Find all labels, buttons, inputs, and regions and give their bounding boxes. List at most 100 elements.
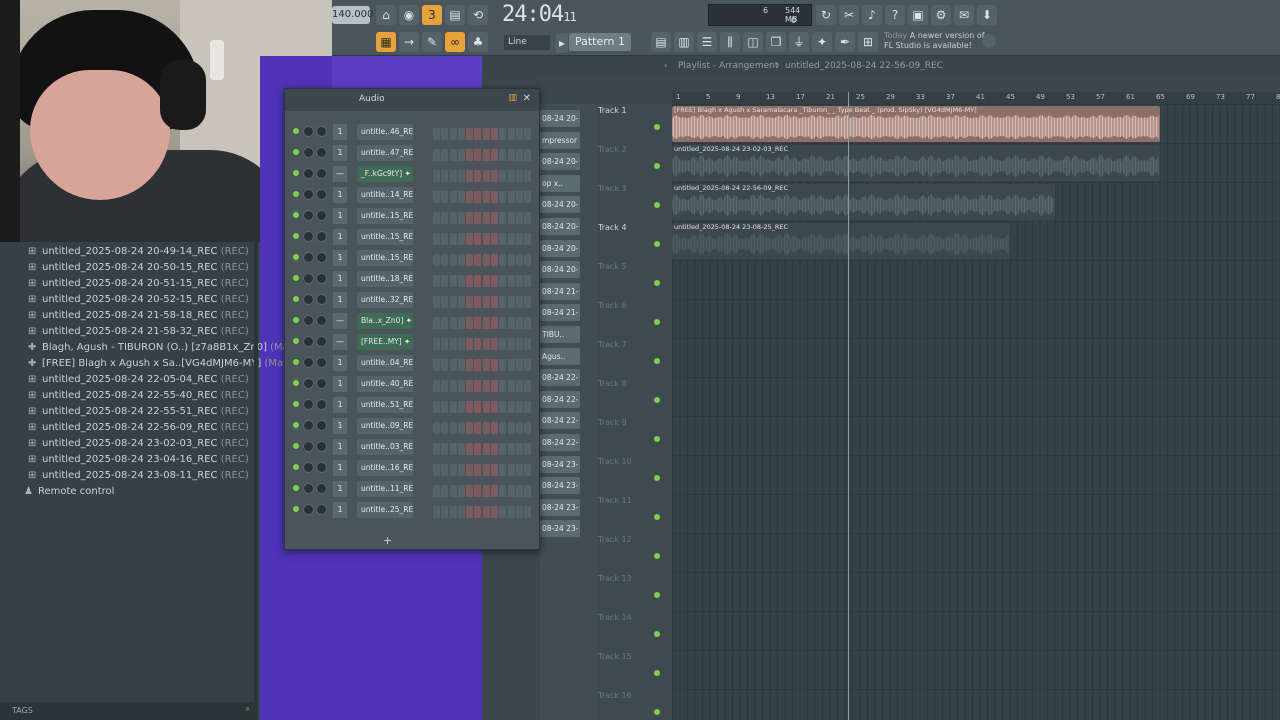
step-button[interactable] [449,233,457,245]
brush-icon[interactable]: ✒ [835,32,855,52]
step-button[interactable] [515,275,523,287]
piano-roll-icon[interactable]: ▥ [674,32,694,52]
mixer-insert[interactable]: 08-24 22- [540,434,580,451]
step-button[interactable] [441,380,449,392]
mixer-track-number[interactable]: 1 [333,481,347,497]
channel-name-button[interactable]: [FREE..MY] ✦ [357,334,413,350]
track-enable-led[interactable] [654,553,660,559]
pan-knob[interactable] [303,273,314,284]
step-button[interactable] [449,296,457,308]
track-enable-led[interactable] [654,280,660,286]
step-button[interactable] [524,212,532,224]
mixer-insert[interactable]: Agus.. [540,347,580,365]
audio-clip[interactable]: untitled_2025-08-24 22-56-09_REC [672,184,1055,220]
step-button[interactable] [491,401,499,413]
step-button[interactable] [449,149,457,161]
step-button[interactable] [441,485,449,497]
step-button[interactable] [433,506,440,518]
step-sequencer[interactable] [433,188,533,203]
step-sequencer[interactable] [433,482,533,497]
step-button[interactable] [474,422,482,434]
step-button[interactable] [457,128,465,140]
step-button[interactable] [441,254,449,266]
step-button[interactable] [482,275,490,287]
mixer-insert[interactable]: 08-24 20- [540,239,580,257]
step-button[interactable] [524,401,532,413]
pan-knob[interactable] [303,231,314,242]
pan-knob[interactable] [303,210,314,221]
step-button[interactable] [457,338,465,350]
mixer-insert[interactable]: 08-24 22- [540,369,580,387]
mute-led[interactable] [293,296,299,302]
volume-knob[interactable] [316,441,327,452]
mixer-insert[interactable]: 08-24 23- [540,455,580,473]
step-button[interactable] [457,506,465,518]
mixer-track-number[interactable]: — [333,313,347,329]
step-button[interactable] [474,191,482,203]
channel-name-button[interactable]: untitle..03_REC [357,439,413,455]
play-pattern-icon[interactable]: ▸ [556,33,568,53]
step-button[interactable] [524,422,532,434]
tempo-display[interactable]: 140.000 [332,6,373,24]
step-button[interactable] [491,485,499,497]
step-button[interactable] [491,380,499,392]
step-button[interactable] [482,464,490,476]
step-button[interactable] [507,359,515,371]
track-enable-led[interactable] [654,592,660,598]
step-button[interactable] [482,443,490,455]
mixer-insert[interactable]: 08-24 20- [540,110,580,127]
wait-record-icon[interactable]: ◉ [399,5,419,25]
channel-name-button[interactable]: untitle..18_REC [357,271,413,287]
browser-item[interactable]: ⊞ untitled_2025-08-24 22-05-04_REC (REC) [28,374,249,385]
step-button[interactable] [474,128,482,140]
step-sequencer[interactable] [433,461,533,476]
step-sequencer[interactable] [433,272,533,287]
step-button[interactable] [449,275,457,287]
step-button[interactable] [441,170,449,182]
step-button[interactable] [466,506,474,518]
track-enable-led[interactable] [654,709,660,715]
step-button[interactable] [499,380,507,392]
channel-rack-icon[interactable]: ☰ [697,32,717,52]
step-sequencer[interactable] [433,314,533,329]
step-button[interactable] [474,254,482,266]
step-button[interactable] [499,191,507,203]
step-button[interactable] [433,443,440,455]
mixer-track-number[interactable]: — [333,334,347,350]
step-button[interactable] [499,485,507,497]
step-button[interactable] [507,128,515,140]
channel-name-button[interactable]: untitle..09_REC [357,418,413,434]
mixer-track-number[interactable]: 1 [333,439,347,455]
pan-knob[interactable] [303,357,314,368]
pan-knob[interactable] [303,126,314,137]
step-button[interactable] [524,317,532,329]
step-button[interactable] [457,149,465,161]
mixer-track-number[interactable]: 1 [333,355,347,371]
step-button[interactable] [482,233,490,245]
step-button[interactable] [524,359,532,371]
volume-knob[interactable] [316,294,327,305]
mixer-insert[interactable]: 08-24 23- [540,498,580,516]
browser-item[interactable]: ⊞ untitled_2025-08-24 22-55-51_REC (REC) [28,406,249,417]
track-header[interactable]: Track 3 [598,184,670,223]
step-button[interactable] [515,380,523,392]
step-button[interactable] [433,338,440,350]
step-button[interactable] [466,212,474,224]
step-button[interactable] [524,128,532,140]
step-button[interactable] [441,212,449,224]
mixer-track-number[interactable]: 1 [333,271,347,287]
mixer-track-number[interactable]: 1 [333,229,347,245]
news-panel[interactable]: Today A newer version of FL Studio is av… [884,31,985,51]
volume-knob[interactable] [316,147,327,158]
arrow-right-icon[interactable]: → [399,32,419,52]
step-button[interactable] [441,506,449,518]
step-button[interactable] [449,170,457,182]
step-sequencer[interactable] [433,335,533,350]
track-header[interactable]: Track 9 [598,418,670,457]
step-sequencer[interactable] [433,146,533,161]
mixer-insert[interactable]: 08-24 20- [540,196,580,214]
step-button[interactable] [449,401,457,413]
step-button[interactable] [524,506,532,518]
mixer-insert[interactable]: 08-24 23- [540,520,580,538]
pan-knob[interactable] [303,399,314,410]
